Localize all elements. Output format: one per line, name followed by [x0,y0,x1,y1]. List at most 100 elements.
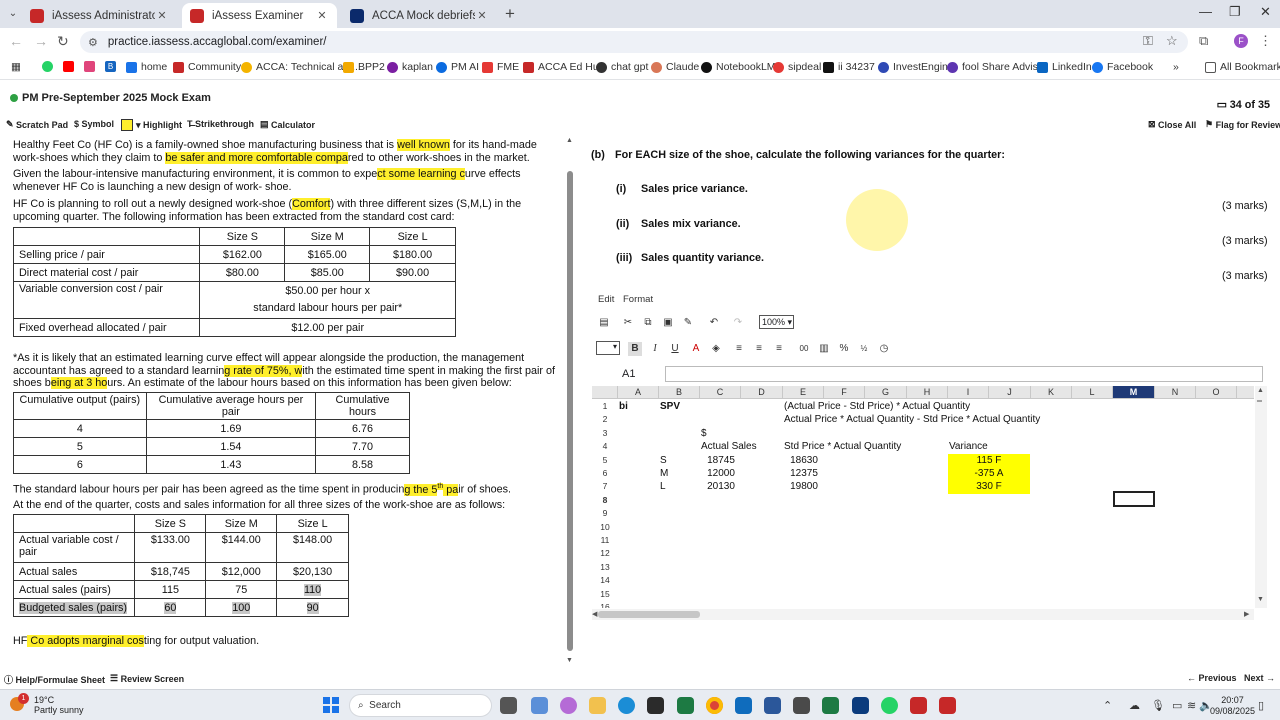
cell-C6[interactable]: 12000 [701,467,741,480]
file-explorer-icon[interactable] [589,697,606,714]
row-header[interactable]: 4 [592,440,618,453]
excel-icon[interactable] [822,697,839,714]
italic-icon[interactable]: I [648,342,662,356]
column-header[interactable] [1237,386,1254,399]
row-header[interactable]: 7 [592,480,618,493]
undo-icon[interactable]: ↶ [707,316,721,330]
bookmark-community[interactable]: Community [173,61,241,73]
scenario-scrollbar[interactable]: ▲ ▼ [566,137,574,667]
cell-B1[interactable]: SPV [660,400,680,413]
scroll-split-icon[interactable]: ═ [1257,398,1262,405]
more-bookmarks-icon[interactable]: » [1173,61,1179,73]
cell-E2[interactable]: Actual Price * Actual Quantity - Std Pri… [784,413,1040,426]
acca-app-icon[interactable] [939,697,956,714]
bookmark-linkedin[interactable]: LinkedIn [1037,61,1092,73]
paste-icon[interactable]: ▣ [661,316,675,330]
symbol-button[interactable]: $ Symbol [74,119,114,129]
column-header[interactable]: C [700,386,741,399]
bookmark-fool[interactable]: fool Share Advisor [947,61,1047,73]
cell-C4[interactable]: Actual Sales [701,440,757,453]
cell-E6[interactable]: 12375 [784,467,824,480]
bookmark-chat-gpt[interactable]: chat gpt [596,61,648,73]
spreadsheet-vertical-scrollbar[interactable]: ▲ ═ ▼ [1255,386,1267,608]
apps-grid-icon[interactable]: ▦ [11,61,21,73]
column-header[interactable]: K [1031,386,1072,399]
row-header[interactable]: 12 [592,547,618,560]
row-header[interactable]: 13 [592,561,618,574]
bookmark-youtube[interactable] [63,61,78,72]
bookmark-kaplan[interactable]: kaplan [387,61,433,73]
bookmark-claude[interactable]: Claude [651,61,699,73]
previous-button[interactable]: ← Previous [1187,673,1237,683]
scroll-right-icon[interactable]: ▶ [1244,610,1249,618]
cell-I5[interactable]: 115 F [948,453,1030,467]
column-header[interactable]: D [741,386,783,399]
bookmark-whatsapp[interactable] [42,61,57,72]
column-header[interactable]: F [824,386,865,399]
row-header[interactable]: 15 [592,588,618,601]
column-header[interactable]: H [907,386,948,399]
weather-widget[interactable]: 1 19°C Partly sunny [10,693,84,715]
new-tab-button[interactable]: + [505,4,515,24]
close-tab-icon[interactable]: ✕ [155,9,169,22]
tab-iassess-administrator[interactable]: iAssess Administrator ✕ [22,3,177,28]
windows-start-icon[interactable] [323,697,339,713]
cell-B7[interactable]: L [660,480,666,493]
word-icon[interactable] [764,697,781,714]
row-header[interactable]: 9 [592,507,618,520]
scratch-pad-button[interactable]: ✎ Scratch Pad [6,119,68,130]
bookmark-b[interactable]: B [105,61,120,72]
bookmark-facebook[interactable]: Facebook [1092,61,1153,73]
reload-icon[interactable]: ↻ [57,33,69,50]
calculator-button[interactable]: ▤ Calculator [260,119,315,130]
row-header[interactable]: 6 [592,467,618,480]
excel-icon[interactable] [677,697,694,714]
taskbar-clock[interactable]: 20:07 09/08/2025 [1210,695,1255,717]
selected-cell-M8[interactable] [1113,491,1155,507]
menu-edit[interactable]: Edit [598,294,614,305]
clock-icon[interactable]: ◷ [877,342,891,356]
strikethrough-button[interactable]: T̶ Strikethrough [187,119,254,129]
row-header[interactable]: 10 [592,521,618,534]
task-view-icon[interactable] [500,697,517,714]
edge-icon[interactable] [618,697,635,714]
row-header[interactable]: 5 [592,454,618,467]
font-color-icon[interactable]: A [689,342,703,356]
profile-avatar[interactable]: F [1234,34,1248,48]
acca-app-icon[interactable] [910,697,927,714]
close-all-button[interactable]: ⊠ Close All [1148,119,1196,130]
password-key-icon[interactable]: ⚿ [1143,33,1153,49]
column-header[interactable]: G [865,386,907,399]
cell-A1[interactable]: bi [619,400,628,413]
cell-C3[interactable]: $ [701,427,707,440]
bookmark-investengine[interactable]: InvestEngine [878,61,954,73]
show-hidden-icons[interactable]: ⌃ [1103,699,1112,712]
cell-E7[interactable]: 19800 [784,480,824,493]
column-header[interactable]: E [783,386,824,399]
bookmark-bpp2[interactable]: BPP2 [343,61,385,73]
bookmark-pm-ai[interactable]: PM AI [436,61,479,73]
calculator-app-icon[interactable] [531,697,548,714]
wifi-icon[interactable]: ≋ [1187,699,1196,712]
cell-E5[interactable]: 18630 [784,454,824,467]
format-painter-icon[interactable]: ✎ [681,316,695,330]
column-header[interactable]: A [618,386,659,399]
app-icon[interactable] [647,697,664,714]
minimize-icon[interactable]: — [1199,4,1212,19]
bookmark-sipdeal[interactable]: sipdeal [773,61,821,73]
chrome-icon[interactable] [706,697,723,714]
fraction-icon[interactable]: ½ [857,342,871,356]
cut-icon[interactable]: ✂ [621,316,635,330]
maximize-icon[interactable]: ❐ [1229,4,1241,20]
bookmark-acca-ed-hub[interactable]: ACCA Ed Hub [523,61,605,73]
onedrive-icon[interactable]: ☁ [1129,699,1140,712]
scrollbar-thumb[interactable] [567,171,573,651]
cell-C5[interactable]: 18745 [701,454,741,467]
zoom-select[interactable]: 100% ▾ [759,315,794,329]
close-window-icon[interactable]: ✕ [1260,4,1271,20]
select-all-corner[interactable] [592,386,618,399]
display-icon[interactable]: ▭ [1172,699,1182,712]
all-bookmarks[interactable]: All Bookmarks [1205,61,1280,73]
align-center-icon[interactable]: ≡ [752,342,766,356]
column-header[interactable]: B [659,386,700,399]
